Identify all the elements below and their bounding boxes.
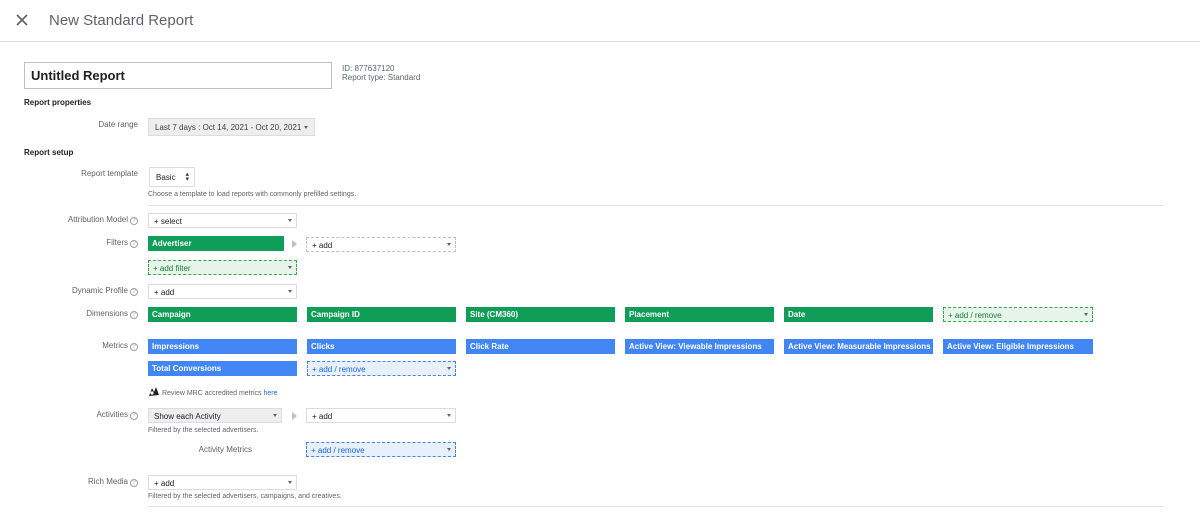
section-report-properties: Report properties [24, 98, 92, 107]
chevron-down-icon [447, 448, 451, 451]
metric-chip[interactable]: Active View: Viewable Impressions [625, 339, 774, 354]
chevron-down-icon [447, 367, 451, 370]
dynamic-profile-value: + add [154, 288, 175, 297]
page-title: New Standard Report [49, 12, 194, 29]
help-icon[interactable]: ? [130, 412, 138, 420]
report-template-label: Report template [81, 169, 138, 178]
activity-metrics-add-remove-button[interactable]: + add / remove [306, 442, 456, 457]
dynamic-profile-label: Dynamic Profile? [13, 286, 138, 296]
dimension-chip[interactable]: Date [784, 307, 933, 322]
filters-label: Filters? [13, 238, 138, 248]
date-range-label: Date range [98, 120, 138, 129]
metrics-add-label: + add / remove [312, 365, 366, 374]
report-type: Report type: Standard [342, 73, 421, 82]
filter-value-select[interactable]: + add [306, 237, 456, 252]
rich-media-value: + add [154, 479, 175, 488]
help-icon[interactable]: ? [130, 343, 138, 351]
filter-chip-advertiser[interactable]: Advertiser [148, 236, 284, 251]
dimensions-label: Dimensions? [13, 309, 138, 319]
metric-chip[interactable]: Impressions [148, 339, 297, 354]
date-range-select[interactable]: Last 7 days : Oct 14, 2021 - Oct 20, 202… [148, 118, 315, 136]
help-icon[interactable]: ? [130, 240, 138, 248]
attribution-model-select[interactable]: + select [148, 213, 297, 228]
activities-hint: Filtered by the selected advertisers. [148, 427, 259, 434]
chevron-down-icon [288, 481, 292, 484]
help-icon[interactable]: ? [130, 311, 138, 319]
report-name-input[interactable]: Untitled Report [24, 62, 332, 89]
activities-select[interactable]: Show each Activity [148, 408, 282, 423]
dimensions-add-label: + add / remove [948, 311, 1002, 320]
help-icon[interactable]: ? [130, 479, 138, 487]
arrow-right-icon [292, 412, 297, 420]
activity-metrics-label: Activity Metrics [198, 445, 252, 454]
dynamic-profile-select[interactable]: + add [148, 284, 297, 299]
dimension-chip[interactable]: Site (CM360) [466, 307, 615, 322]
dimension-chip[interactable]: Campaign [148, 307, 297, 322]
chevron-down-icon [273, 414, 277, 417]
activity-metrics-add-label: + add / remove [311, 446, 365, 455]
activities-label: Activities? [13, 410, 138, 420]
chevron-down-icon [447, 243, 451, 246]
mrc-note: Review MRC accredited metrics here [148, 386, 278, 400]
attribution-model-label: Attribution Model? [13, 215, 138, 225]
activities-value: Show each Activity [154, 412, 221, 421]
chevron-down-icon [304, 126, 308, 129]
help-icon[interactable]: ? [130, 217, 138, 225]
arrow-right-icon [292, 240, 297, 248]
top-bar: New Standard Report [0, 0, 1200, 42]
report-template-select[interactable]: Basic ▴ ▾ [149, 167, 195, 187]
rich-media-label: Rich Media? [13, 477, 138, 487]
mrc-link[interactable]: here [264, 390, 278, 397]
metric-chip[interactable]: Active View: Eligible Impressions [943, 339, 1093, 354]
metrics-label: Metrics? [13, 341, 138, 351]
mrc-text: Review MRC accredited metrics [161, 390, 262, 397]
activities-add-select[interactable]: + add [306, 408, 456, 423]
close-icon [16, 14, 28, 26]
metric-chip[interactable]: Click Rate [466, 339, 615, 354]
attribution-model-value: + select [154, 217, 182, 226]
chevron-down-icon [288, 219, 292, 222]
filter-value-text: + add [312, 241, 333, 250]
metrics-add-remove-button[interactable]: + add / remove [307, 361, 456, 376]
section-report-setup: Report setup [24, 148, 74, 157]
chevron-down-icon [447, 414, 451, 417]
activities-add-value: + add [312, 412, 333, 421]
add-filter-button[interactable]: + add filter [148, 260, 297, 275]
report-template-hint: Choose a template to load reports with c… [148, 191, 357, 198]
metric-chip[interactable]: Total Conversions [148, 361, 297, 376]
dimensions-add-remove-button[interactable]: + add / remove [943, 307, 1093, 322]
close-button[interactable] [12, 10, 32, 30]
chevron-down-icon [1084, 313, 1088, 316]
metric-chip[interactable]: Clicks [307, 339, 456, 354]
date-range-value: Last 7 days : Oct 14, 2021 - Oct 20, 202… [155, 123, 302, 132]
mrc-badge-icon [149, 387, 159, 396]
rich-media-select[interactable]: + add [148, 475, 297, 490]
chevron-down-icon [288, 290, 292, 293]
divider [148, 506, 1163, 507]
dimension-chip[interactable]: Campaign ID [307, 307, 456, 322]
metric-chip[interactable]: Active View: Measurable Impressions [784, 339, 933, 354]
help-icon[interactable]: ? [130, 288, 138, 296]
divider [148, 205, 1163, 206]
sort-arrows-icon: ▴ ▾ [185, 171, 189, 183]
dimension-chip[interactable]: Placement [625, 307, 774, 322]
chevron-down-icon [288, 266, 292, 269]
add-filter-label: + add filter [153, 264, 191, 273]
rich-media-hint: Filtered by the selected advertisers, ca… [148, 493, 342, 500]
report-template-value: Basic [156, 173, 176, 182]
